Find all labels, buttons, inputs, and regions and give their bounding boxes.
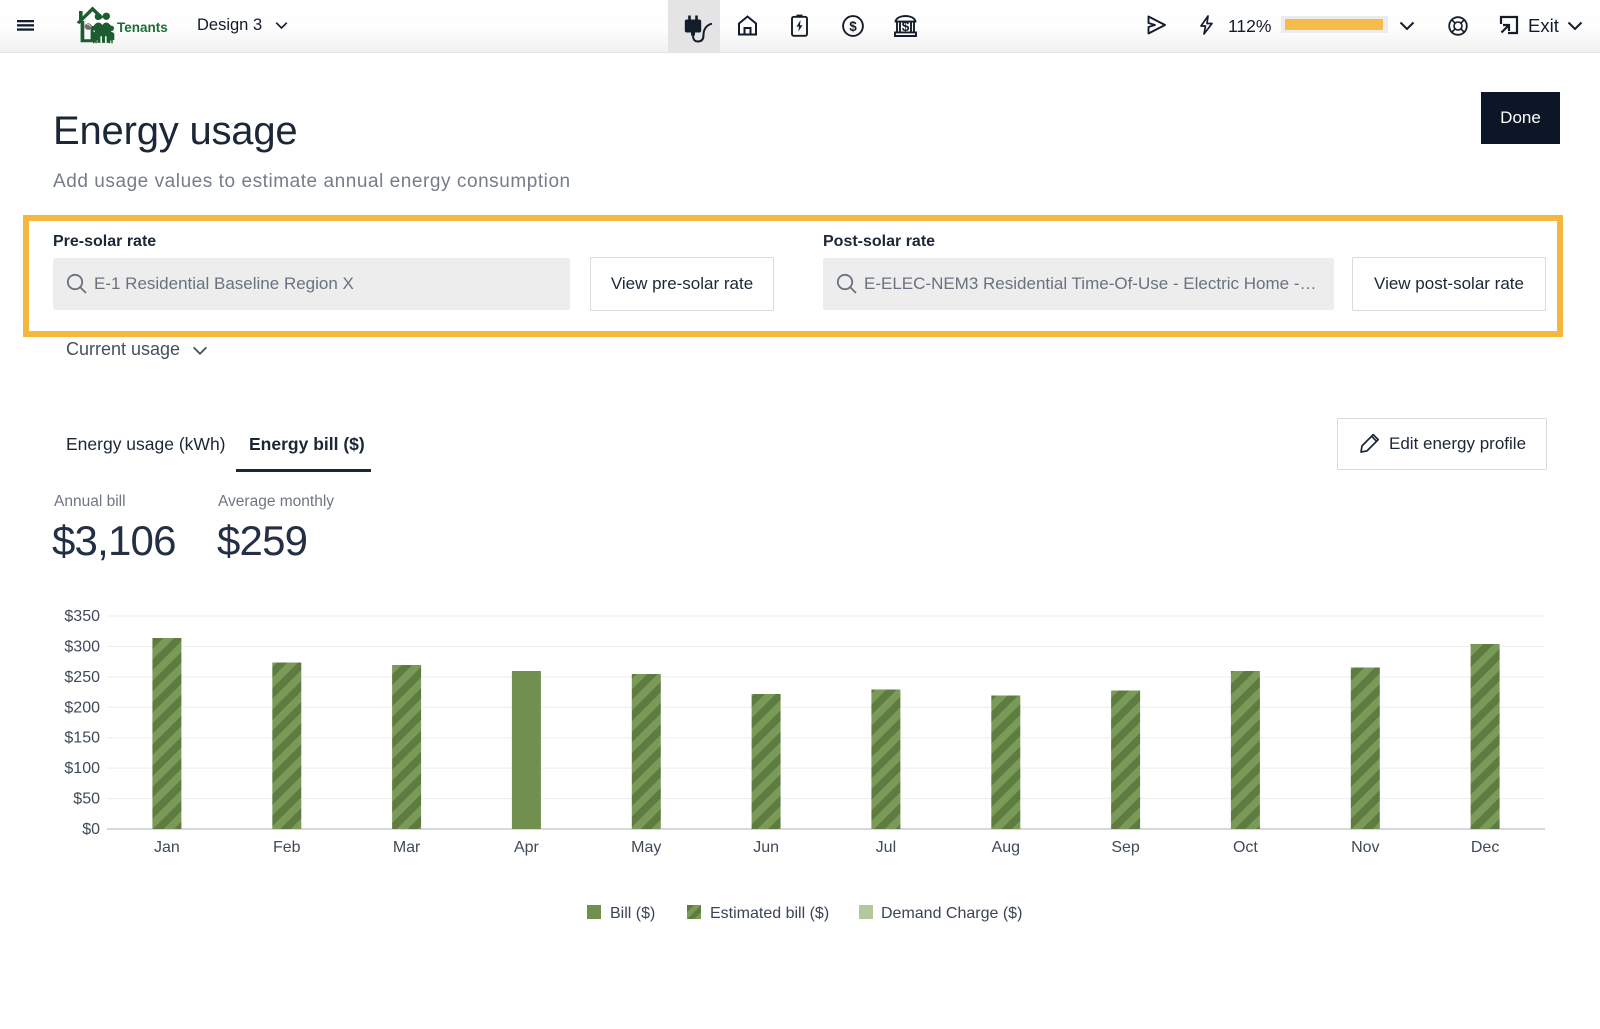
svg-text:Aug: Aug <box>992 839 1020 856</box>
svg-text:$: $ <box>902 19 910 34</box>
svg-text:$350: $350 <box>64 608 100 625</box>
svg-text:Oct: Oct <box>1233 839 1258 856</box>
svg-text:Nov: Nov <box>1351 839 1379 856</box>
svg-text:$300: $300 <box>64 638 100 655</box>
svg-text:$250: $250 <box>64 669 100 686</box>
svg-text:$200: $200 <box>64 699 100 716</box>
svg-text:May: May <box>631 839 661 856</box>
svg-text:$100: $100 <box>64 760 100 777</box>
svg-text:Jun: Jun <box>753 839 779 856</box>
svg-text:Jan: Jan <box>154 839 180 856</box>
svg-text:Jul: Jul <box>876 839 896 856</box>
svg-text:Dec: Dec <box>1471 839 1499 856</box>
svg-text:$: $ <box>849 19 857 34</box>
svg-text:$150: $150 <box>64 730 100 747</box>
svg-text:$50: $50 <box>73 791 100 808</box>
svg-text:$0: $0 <box>82 821 100 838</box>
svg-text:Sep: Sep <box>1111 839 1140 856</box>
svg-text:Apr: Apr <box>514 839 540 856</box>
svg-text:Feb: Feb <box>273 839 301 856</box>
svg-text:Mar: Mar <box>393 839 421 856</box>
